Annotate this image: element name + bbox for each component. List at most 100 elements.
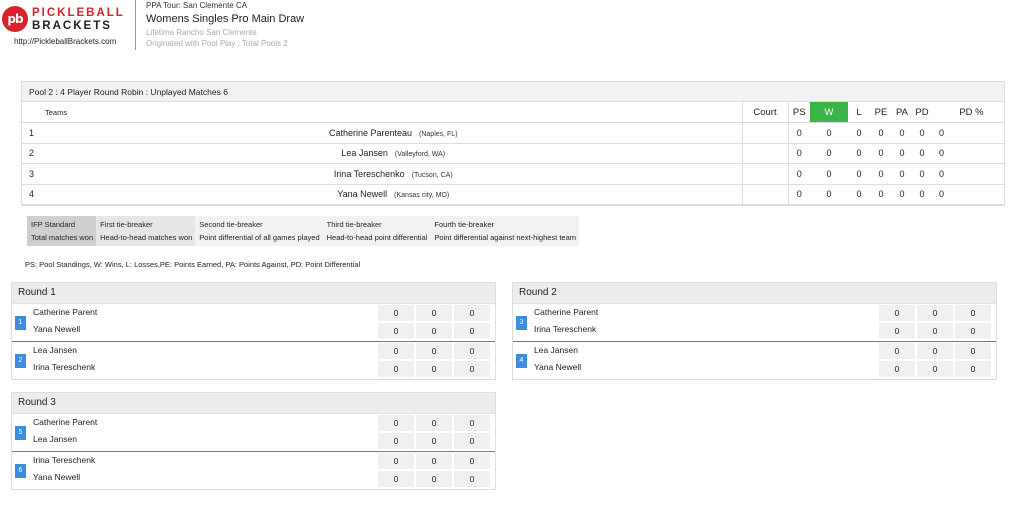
pool-standings: Pool 2 : 4 Player Round Robin : Unplayed… [21,81,1005,206]
player-location: (Kansas city, MO) [394,192,450,200]
player-name[interactable]: Yana Newell [337,189,387,199]
abbreviation-legend: PS: Pool Standings, W: Wins, L: Losses,P… [25,260,361,269]
table-row: 3 Irina Tereschenko (Tucson, CA) 0 0 0 0 … [22,163,1004,185]
player-2-scores: 0 0 0 [879,361,994,377]
player-1-scores: 0 0 0 [378,415,493,431]
losses-cell: 0 [848,184,870,205]
pd-cell: 0 [912,184,932,205]
tiebreaker-value: Point differential of all games played [199,233,320,242]
game-score: 0 [454,415,490,431]
match[interactable]: 6 Irina Tereschenk Yana Newell 0 0 0 0 0… [12,451,495,489]
tour-name: PPA Tour: San Clemente CA [146,1,248,10]
player-2-scores: 0 0 0 [378,433,493,449]
game-score: 0 [378,305,414,321]
pa-cell: 0 [892,184,912,205]
game-score: 0 [955,343,991,359]
player-1-scores: 0 0 0 [378,343,493,359]
team-cell: Catherine Parenteau (Naples, FL) [41,122,742,144]
wins-cell: 0 [810,184,848,205]
player-name[interactable]: Catherine Parenteau [329,128,412,138]
game-score: 0 [917,343,953,359]
game-score: 0 [416,361,452,377]
pd-cell: 0 [912,122,932,144]
game-score: 0 [416,415,452,431]
ps-cell: 0 [788,184,810,205]
match-number-badge: 1 [15,316,26,330]
match[interactable]: 5 Catherine Parent Lea Jansen 0 0 0 0 0 … [12,413,495,451]
standings-header-row: Teams Court PS W L PE PA PD PD % [22,102,1004,123]
tiebreaker-fourth: Fourth tie-breaker Point differential ag… [430,216,580,246]
match-number-badge: 4 [516,354,527,368]
brand-logo[interactable]: pb PICKLEBALL BRACKETS http://Pickleball… [0,3,130,47]
wins-cell: 0 [810,122,848,144]
player-1-name: Catherine Parent [534,307,599,317]
rank: 1 [22,122,41,144]
pa-cell: 0 [892,163,912,185]
table-row: 4 Yana Newell (Kansas city, MO) 0 0 0 0 0… [22,184,1004,205]
losses-header: L [848,102,870,123]
game-score: 0 [416,471,452,487]
match[interactable]: 2 Lea Jansen Irina Tereschenk 0 0 0 0 0 … [12,341,495,379]
wins-header: W [810,102,848,123]
player-name[interactable]: Irina Tereschenko [334,169,405,179]
venue-name: Lifetime Rancho San Clemente [146,28,257,37]
player-1-scores: 0 0 0 [378,305,493,321]
game-score: 0 [955,361,991,377]
ps-cell: 0 [788,163,810,185]
match[interactable]: 4 Lea Jansen Yana Newell 0 0 0 0 0 0 [513,341,996,379]
team-cell: Lea Jansen (Valleyford, WA) [41,143,742,164]
player-name[interactable]: Lea Jansen [341,148,388,158]
tiebreaker-legend: IFP Standard Total matches won First tie… [27,216,580,246]
pe-cell: 0 [870,143,892,164]
pe-cell: 0 [870,122,892,144]
wins-cell: 0 [810,143,848,164]
game-score: 0 [955,323,991,339]
tiebreaker-second: Second tie-breaker Point differential of… [195,216,323,246]
court-cell [741,163,789,185]
tiebreaker-value: Total matches won [31,233,94,242]
rank: 4 [22,184,41,205]
court-cell [741,184,789,205]
tiebreaker-label: First tie-breaker [100,220,153,229]
wins-cell: 0 [810,163,848,185]
match[interactable]: 3 Catherine Parent Irina Tereschenk 0 0 … [513,303,996,341]
standings-table: Teams Court PS W L PE PA PD PD % 1 Cathe… [22,102,1004,205]
player-location: (Naples, FL) [419,130,458,138]
game-score: 0 [378,433,414,449]
player-2-name: Yana Newell [534,362,582,372]
match-number-badge: 2 [15,354,26,368]
teams-header: Teams [41,102,742,123]
player-2-name: Irina Tereschenk [33,362,96,372]
round-title: Round 2 [513,283,996,303]
logo-mark: pb [7,12,23,26]
pe-header: PE [870,102,892,123]
ps-header: PS [788,102,810,123]
pe-cell: 0 [870,163,892,185]
game-score: 0 [416,323,452,339]
ps-cell: 0 [788,143,810,164]
pa-cell: 0 [892,143,912,164]
losses-cell: 0 [848,143,870,164]
pd-header: PD [912,102,932,123]
game-score: 0 [454,453,490,469]
rank: 2 [22,143,41,164]
player-2-name: Yana Newell [33,324,81,334]
site-url-link[interactable]: http://PickleballBrackets.com [14,37,116,46]
round-title: Round 3 [12,393,495,413]
game-score: 0 [454,361,490,377]
rank: 3 [22,163,41,185]
court-header: Court [741,102,789,123]
game-score: 0 [416,305,452,321]
game-score: 0 [378,343,414,359]
rank-header [22,102,41,123]
logo-word-pickleball: PICKLEBALL [32,7,125,19]
tiebreaker-value: Head-to-head matches won [100,233,193,242]
player-1-name: Catherine Parent [33,307,98,317]
match[interactable]: 1 Catherine Parent Yana Newell 0 0 0 0 0… [12,303,495,341]
logo-word-brackets: BRACKETS [32,20,112,32]
header-divider [135,0,136,50]
player-1-name: Lea Jansen [33,345,77,355]
pd-percent-cell: 0 [932,143,1004,164]
game-score: 0 [454,305,490,321]
player-2-scores: 0 0 0 [378,323,493,339]
